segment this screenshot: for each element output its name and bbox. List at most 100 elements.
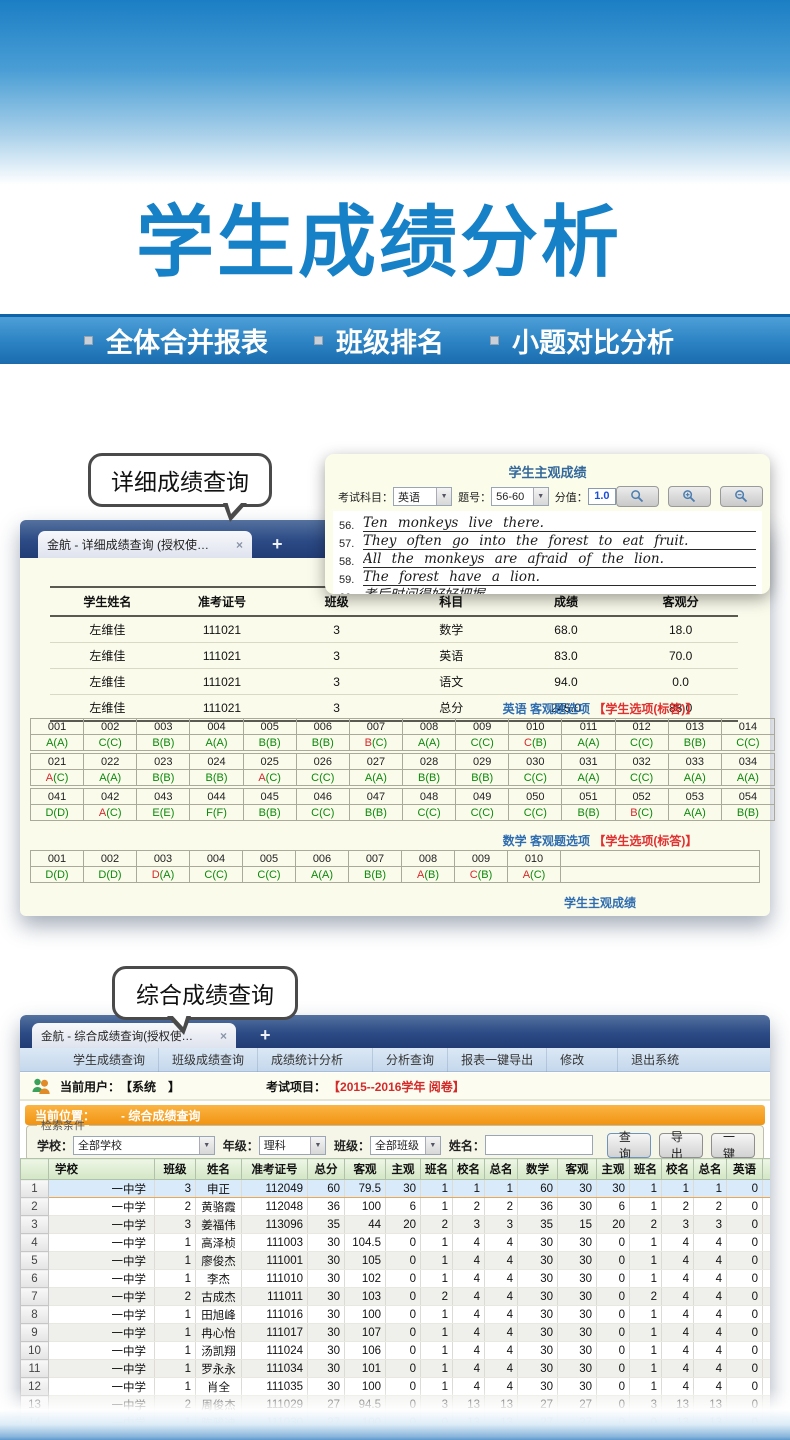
chevron-down-icon: ▼ (425, 1137, 440, 1154)
table-row[interactable]: 4一中学1高泽桢11100330104.50144303001440 (21, 1234, 771, 1252)
grid-cell: 111010 (242, 1270, 308, 1288)
table-row[interactable]: 6一中学1李杰111010301020144303001440 (21, 1270, 771, 1288)
score-cell: 语文 (394, 669, 509, 695)
handwritten-line-text: They often go into the forest to eat fru… (363, 533, 756, 550)
row-number-cell: 13 (21, 1396, 49, 1414)
grid-cell: 0 (727, 1306, 763, 1324)
grid-cell: 30 (558, 1252, 597, 1270)
grid-cell (763, 1342, 771, 1360)
score-cell: 3 (279, 616, 394, 643)
grid-cell: 111024 (242, 1342, 308, 1360)
table-row[interactable]: 14一中学1陈骏迪1110302710000131327270013130 (21, 1414, 771, 1432)
answer-cell: B(C) (349, 735, 402, 751)
grid-cell: 0 (597, 1270, 630, 1288)
grid-cell: 6 (597, 1198, 630, 1216)
grid-cell: 1 (421, 1360, 453, 1378)
answer-cell: A(A) (562, 770, 615, 786)
grid-cell: 0 (386, 1378, 421, 1396)
grid-cell: 111034 (242, 1360, 308, 1378)
current-user-label: 当前用户： (60, 1078, 120, 1095)
grid-cell: 0 (597, 1234, 630, 1252)
name-input[interactable] (485, 1135, 593, 1155)
menu-item-分析查询[interactable]: 分析查询 (372, 1048, 447, 1072)
grid-cell (763, 1378, 771, 1396)
grade-select[interactable]: 理科 ▼ (259, 1136, 326, 1155)
answer-cell: B(B) (456, 770, 509, 786)
filter-button-查询[interactable]: 查询 (607, 1133, 651, 1158)
question-number-cell: 005 (243, 851, 296, 867)
standard-answer: (A) (691, 772, 706, 784)
table-row[interactable]: 8一中学1田旭峰111016301000144303001440 (21, 1306, 771, 1324)
grid-cell: 1 (155, 1414, 196, 1432)
answer-cell: D(D) (84, 867, 137, 883)
score-value-input[interactable]: 1.0 (588, 488, 616, 505)
grid-cell: 汤凯翔 (196, 1342, 242, 1360)
menu-item-成绩统计分析[interactable]: 成绩统计分析 (257, 1048, 356, 1072)
standard-answer: (C) (530, 869, 545, 881)
student-answer: B (630, 807, 637, 819)
menu-item-报表一键导出[interactable]: 报表一键导出 (447, 1048, 546, 1072)
grid-cell: 4 (694, 1360, 727, 1378)
grade-label: 年级： (223, 1137, 259, 1154)
new-tab-button[interactable]: + (272, 535, 283, 553)
grid-cell: 4 (453, 1270, 485, 1288)
english-objective-heading: 英语 客观题选项 【学生选项(标答)】 (430, 700, 770, 717)
callout-detail-query: 详细成绩查询 (88, 453, 272, 507)
grid-cell: 0 (727, 1360, 763, 1378)
standard-answer: (C) (319, 772, 334, 784)
grid-cell: 1 (421, 1252, 453, 1270)
question-number-cell: 006 (296, 719, 349, 735)
tab-detail-query[interactable]: 金航 - 详细成绩查询 (授权使… × (38, 531, 252, 558)
table-row[interactable]: 9一中学1冉心怡111017301070144303001440 (21, 1324, 771, 1342)
table-row[interactable]: 左维佳1110213英语83.070.0 (50, 643, 738, 669)
question-number-cell: 023 (137, 754, 190, 770)
grid-cell: 3 (662, 1216, 694, 1234)
class-select[interactable]: 全部班级 ▼ (370, 1136, 441, 1155)
zoom-in-button[interactable] (668, 486, 711, 507)
table-row[interactable]: 5一中学1廖俊杰111001301050144303001440 (21, 1252, 771, 1270)
filter-button-导出[interactable]: 导出 (659, 1133, 703, 1158)
menu-item-修改[interactable]: 修改 (546, 1048, 597, 1072)
table-row[interactable]: 11一中学1罗永永111034301010144303001440 (21, 1360, 771, 1378)
question-no-select[interactable]: 56-60 ▼ (491, 487, 549, 506)
answer-cell: C(C) (243, 867, 296, 883)
answer-cell: C(C) (84, 735, 137, 751)
table-row[interactable]: 3一中学3姜福伟1130963544202333515202330 (21, 1216, 771, 1234)
table-row[interactable]: 13一中学2周俊杰1110292794.503131327270313130 (21, 1396, 771, 1414)
menu-item-学生成绩查询[interactable]: 学生成绩查询 (60, 1048, 158, 1072)
tab-combined-query[interactable]: 金航 - 综合成绩查询(授权使… × (32, 1023, 236, 1048)
school-label: 学校： (37, 1137, 73, 1154)
table-row[interactable]: 12一中学1肖全111035301000144303001440 (21, 1378, 771, 1396)
grid-cell: 4 (485, 1342, 518, 1360)
grid-cell: 0 (727, 1180, 763, 1198)
question-number-cell: 008 (402, 851, 455, 867)
grid-cell: 一中学 (49, 1360, 155, 1378)
filter-button-一键[interactable]: 一键 (711, 1133, 755, 1158)
search-button[interactable] (616, 486, 659, 507)
question-number-cell: 047 (349, 789, 402, 805)
tab-close-icon[interactable]: × (236, 538, 243, 552)
grid-column-header: 姓名 (196, 1159, 242, 1180)
tab-close-icon[interactable]: × (220, 1029, 227, 1043)
zoom-out-button[interactable] (720, 486, 763, 507)
window-combined-query: 金航 - 综合成绩查询(授权使… × + 学生成绩查询班级成绩查询成绩统计分析分… (20, 1015, 770, 1440)
answer-cell: B(C) (615, 805, 668, 821)
new-tab-button[interactable]: + (260, 1026, 271, 1044)
standard-answer: (C) (53, 772, 68, 784)
table-row[interactable]: 2一中学2黄骆霞112048361006122363061220 (21, 1198, 771, 1216)
subject-select[interactable]: 英语 ▼ (393, 487, 452, 506)
table-row[interactable]: 左维佳1110213语文94.00.0 (50, 669, 738, 695)
table-row[interactable]: 1一中学3申正1120496079.5301116030301110 (21, 1180, 771, 1198)
question-number-cell: 049 (456, 789, 509, 805)
table-row[interactable]: 左维佳1110213数学68.018.0 (50, 616, 738, 643)
menu-item-班级成绩查询[interactable]: 班级成绩查询 (158, 1048, 257, 1072)
menu-item-退出系统[interactable]: 退出系统 (617, 1048, 692, 1072)
school-select[interactable]: 全部学校 ▼ (73, 1136, 215, 1155)
standard-answer: (A) (53, 737, 68, 749)
grid-cell: 94.5 (345, 1396, 386, 1414)
score-cell: 94.0 (509, 669, 624, 695)
answer-cell: C(B) (455, 867, 508, 883)
table-row[interactable]: 10一中学1汤凯翔111024301060144303001440 (21, 1342, 771, 1360)
grid-cell: 2 (630, 1216, 662, 1234)
table-row[interactable]: 7一中学2古成杰111011301030244303002440 (21, 1288, 771, 1306)
